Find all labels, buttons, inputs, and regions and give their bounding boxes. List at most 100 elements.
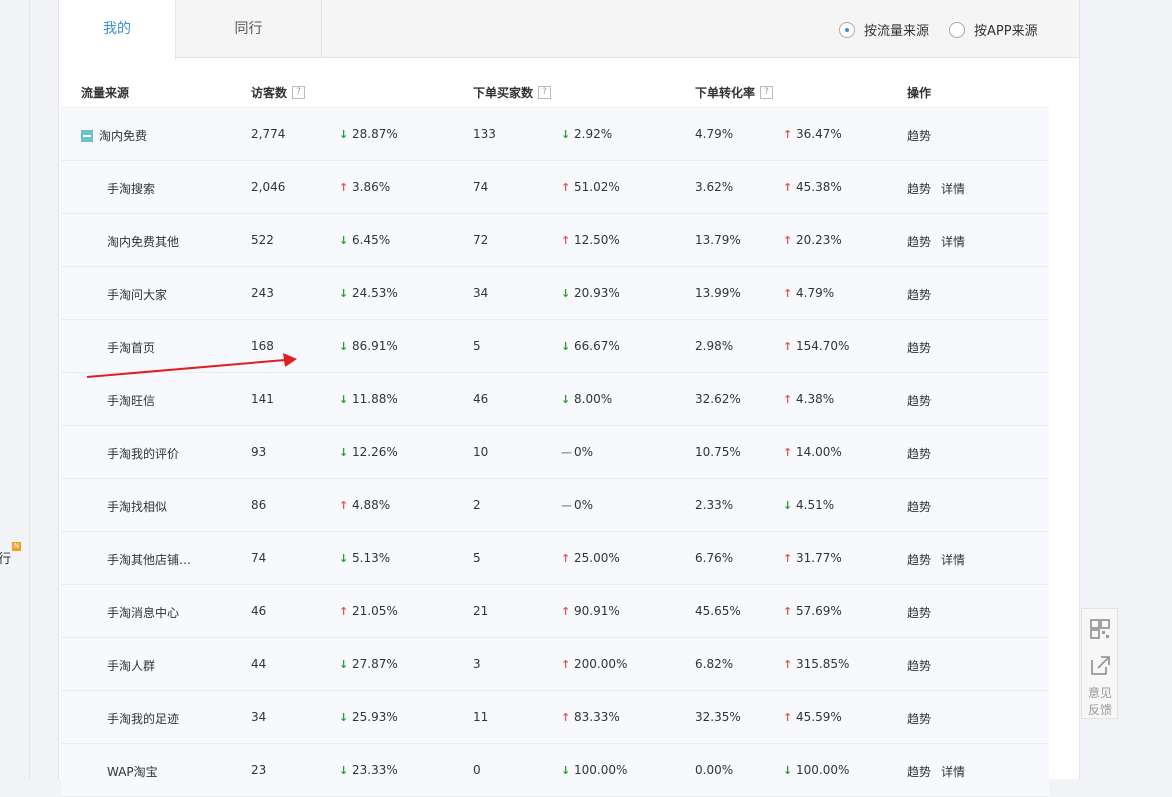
conversion-value: 45.65%	[695, 604, 741, 618]
arrow-down-icon: ↓	[339, 658, 349, 671]
radio-by-app-source[interactable]: 按APP来源	[949, 20, 1038, 39]
visitors-change: ↓ 27.87%	[339, 657, 398, 671]
trend-link[interactable]: 趋势	[907, 657, 931, 674]
arrow-down-icon: ↓	[339, 446, 349, 459]
buyers-value: 21	[473, 604, 489, 618]
traffic-source-panel: 我的 同行 按流量来源 按APP来源 流量来源 访客数? 下单买家数? 下单转化…	[58, 0, 1080, 797]
visitors-value: 2,046	[251, 180, 286, 194]
visitors-change: ↓ 12.26%	[339, 445, 398, 459]
help-icon[interactable]: ?	[760, 86, 774, 99]
buyers-value: 10	[473, 445, 489, 459]
source-name: 手淘旺信	[107, 394, 156, 408]
detail-link[interactable]: 详情	[941, 233, 965, 250]
feedback-button[interactable]: 意见 反馈	[1084, 685, 1116, 719]
visitors-value: 522	[251, 233, 274, 247]
trend-link[interactable]: 趋势	[907, 286, 931, 303]
buyers-value: 3	[473, 657, 481, 671]
visitors-change: ↓ 86.91%	[339, 339, 398, 353]
source-name: 手淘人群	[107, 659, 156, 673]
conversion-change: ↑ 45.38%	[783, 180, 842, 194]
visitors-change: ↑ 3.86%	[339, 180, 391, 194]
visitors-value: 74	[251, 551, 267, 565]
arrow-up-icon: ↑	[783, 711, 793, 724]
arrow-down-icon: ↓	[339, 764, 349, 777]
conversion-value: 2.33%	[695, 498, 734, 512]
qr-code-icon[interactable]	[1086, 615, 1114, 643]
buyers-change: ↑ 200.00%	[561, 657, 628, 671]
trend-link[interactable]: 趋势	[907, 233, 931, 250]
visitors-change: ↓ 24.53%	[339, 286, 398, 300]
share-icon[interactable]	[1086, 651, 1114, 679]
radio-checked-icon[interactable]	[839, 21, 855, 38]
conversion-change: ↑ 154.70%	[783, 339, 850, 353]
table-row: 手淘首页 168 ↓ 86.91% 5 ↓ 66.67% 2.98% ↑ 154.70% 趋势	[61, 320, 1049, 373]
arrow-up-icon: ↑	[339, 181, 349, 194]
source-name: 手淘首页	[107, 341, 156, 355]
buyers-change: ↑ 83.33%	[561, 710, 620, 724]
buyers-value: 5	[473, 551, 481, 565]
trend-link[interactable]: 趋势	[907, 180, 931, 197]
visitors-value: 86	[251, 498, 267, 512]
detail-link[interactable]: 详情	[941, 763, 965, 780]
detail-link[interactable]: 详情	[941, 551, 965, 568]
table-row: 淘内免费 2,774 ↓ 28.87% 133 ↓ 2.92% 4.79% ↑ 36.47% 趋势	[61, 108, 1049, 161]
trend-link[interactable]: 趋势	[907, 551, 931, 568]
conversion-change: ↑ 36.47%	[783, 127, 842, 141]
left-nav-fragment[interactable]: 行	[0, 548, 11, 567]
buyers-value: 11	[473, 710, 489, 724]
trend-link[interactable]: 趋势	[907, 445, 931, 462]
arrow-up-icon: ↑	[783, 605, 793, 618]
arrow-up-icon: ↑	[783, 287, 793, 300]
conversion-change: ↑ 31.77%	[783, 551, 842, 565]
radio-by-traffic-source[interactable]: 按流量来源	[839, 20, 929, 39]
arrow-down-icon: ↓	[561, 340, 571, 353]
source-name[interactable]: 淘内免费	[81, 127, 147, 144]
visitors-value: 34	[251, 710, 267, 724]
source-name: 手淘问大家	[107, 288, 168, 302]
arrow-down-icon: ↓	[783, 499, 793, 512]
trend-link[interactable]: 趋势	[907, 392, 931, 409]
arrow-down-icon: ↓	[339, 393, 349, 406]
visitors-change: ↓ 28.87%	[339, 127, 398, 141]
arrow-up-icon: ↑	[783, 340, 793, 353]
tab-mine[interactable]: 我的	[59, 0, 176, 59]
trend-link[interactable]: 趋势	[907, 710, 931, 727]
trend-link[interactable]: 趋势	[907, 604, 931, 621]
arrow-up-icon: ↑	[561, 552, 571, 565]
conversion-value: 6.82%	[695, 657, 734, 671]
table-row: 手淘我的足迹 34 ↓ 25.93% 11 ↑ 83.33% 32.35% ↑ 45.59% 趋势	[61, 691, 1049, 744]
visitors-value: 93	[251, 445, 267, 459]
detail-link[interactable]: 详情	[941, 180, 965, 197]
table-body: 淘内免费 2,774 ↓ 28.87% 133 ↓ 2.92% 4.79% ↑ 36.47% 趋势手…	[61, 108, 1049, 797]
buyers-change: ↓ 2.92%	[561, 127, 613, 141]
trend-link[interactable]: 趋势	[907, 498, 931, 515]
trend-link[interactable]: 趋势	[907, 127, 931, 144]
conversion-change: ↑ 57.69%	[783, 604, 842, 618]
left-sidebar-edge: N 行	[0, 0, 30, 779]
help-icon[interactable]: ?	[538, 86, 552, 99]
collapse-icon[interactable]	[81, 129, 93, 142]
radio-unchecked-icon[interactable]	[949, 21, 965, 38]
tab-peer[interactable]: 同行	[176, 0, 322, 58]
header-buyers: 下单买家数?	[473, 84, 552, 101]
table-row: 手淘消息中心 46 ↑ 21.05% 21 ↑ 90.91% 45.65% ↑ 57.69% 趋势	[61, 585, 1049, 638]
trend-link[interactable]: 趋势	[907, 339, 931, 356]
flat-icon: —	[561, 499, 572, 512]
help-icon[interactable]: ?	[292, 86, 306, 99]
buyers-change: ↑ 90.91%	[561, 604, 620, 618]
source-name: WAP淘宝	[107, 765, 158, 779]
visitors-change: ↓ 11.88%	[339, 392, 398, 406]
conversion-change: ↑ 20.23%	[783, 233, 842, 247]
buyers-change: ↑ 51.02%	[561, 180, 620, 194]
trend-link[interactable]: 趋势	[907, 763, 931, 780]
conversion-change: ↑ 14.00%	[783, 445, 842, 459]
buyers-change: —0%	[561, 445, 594, 459]
source-name: 淘内免费其他	[107, 235, 180, 249]
conversion-change: ↓ 4.51%	[783, 498, 835, 512]
arrow-up-icon: ↑	[783, 446, 793, 459]
buyers-change: ↓ 100.00%	[561, 763, 628, 777]
source-name: 手淘我的足迹	[107, 712, 180, 726]
radio-label: 按流量来源	[864, 24, 930, 39]
header-source: 流量来源	[81, 86, 130, 100]
visitors-value: 168	[251, 339, 274, 353]
